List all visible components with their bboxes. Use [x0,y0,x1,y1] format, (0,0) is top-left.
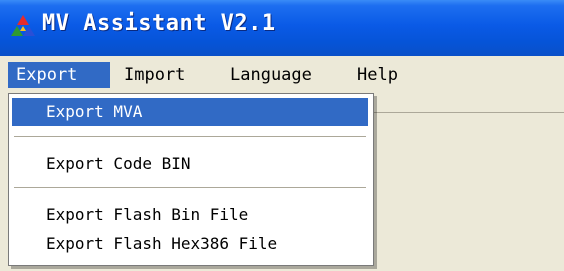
window-title: MV Assistant V2.1 [42,11,276,36]
menu-item-export-code-bin[interactable]: Export Code BIN [12,150,368,178]
menu-bar: Export Import Language Help [0,56,564,92]
menu-help[interactable]: Help [349,62,406,88]
app-logo-icon [11,15,35,36]
menu-item-export-flash-bin[interactable]: Export Flash Bin File [12,201,368,229]
export-dropdown-menu: Export MVA Export Code BIN Export Flash … [8,93,374,266]
menu-separator [14,136,366,138]
menu-export[interactable]: Export [8,62,110,88]
menu-separator [14,187,366,189]
menu-language[interactable]: Language [222,62,320,88]
menu-import[interactable]: Import [116,62,193,88]
menu-item-export-mva[interactable]: Export MVA [12,98,368,126]
toolbar-divider [372,112,564,113]
menu-item-export-flash-hex386[interactable]: Export Flash Hex386 File [12,230,368,258]
title-bar[interactable]: MV Assistant V2.1 [0,0,564,56]
